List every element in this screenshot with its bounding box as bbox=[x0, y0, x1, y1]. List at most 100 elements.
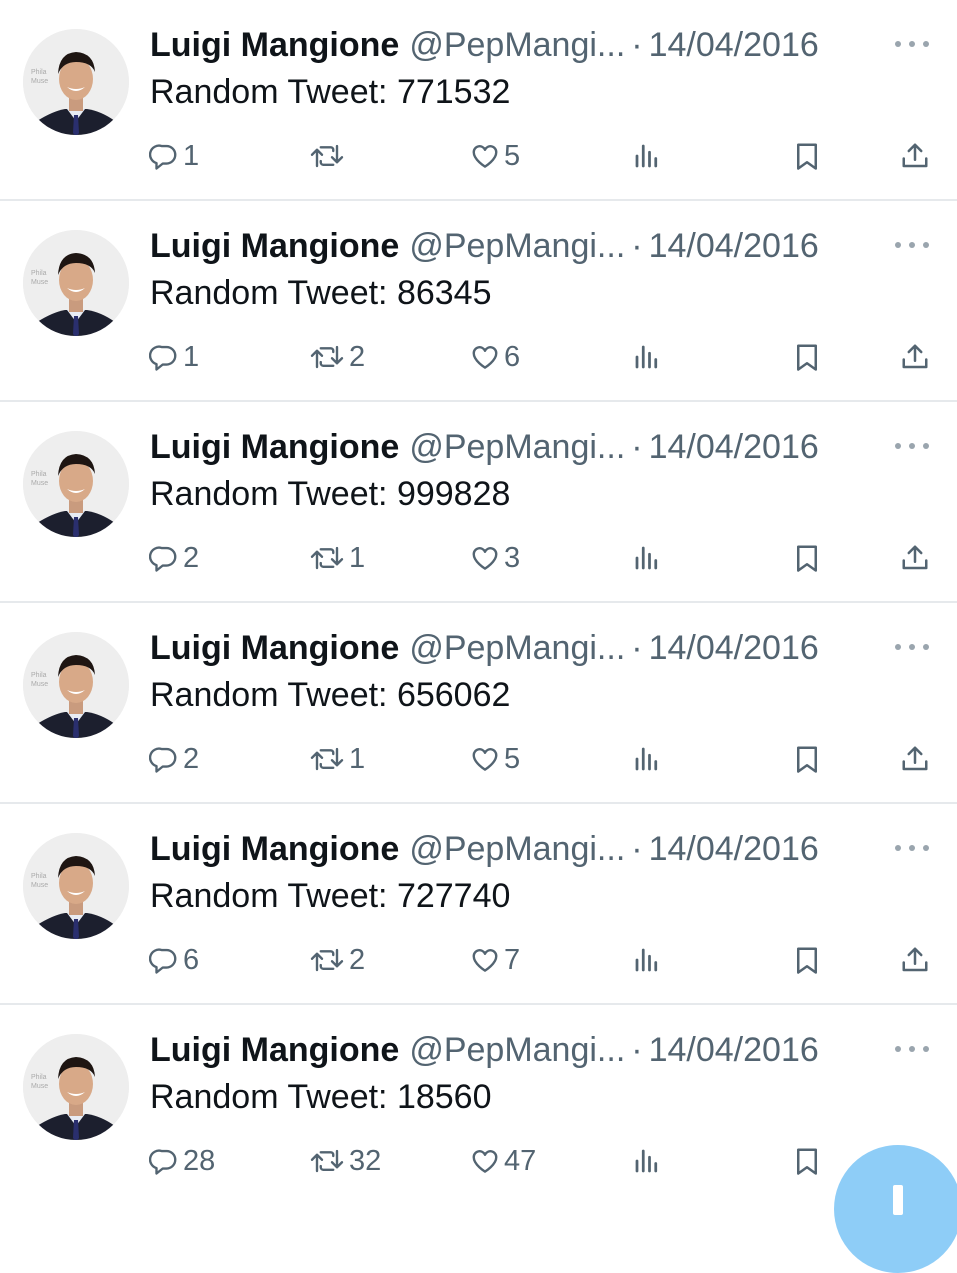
views-icon bbox=[635, 948, 658, 972]
bookmark-button[interactable] bbox=[792, 1139, 822, 1183]
tweet-date[interactable]: 14/04/2016 bbox=[649, 1031, 819, 1069]
avatar-image: Phila Muse bbox=[23, 431, 129, 537]
more-icon[interactable] bbox=[892, 34, 932, 54]
reply-icon bbox=[149, 345, 177, 371]
reply-button[interactable]: 2 bbox=[149, 737, 199, 781]
heart-icon bbox=[472, 346, 498, 369]
retweet-button[interactable]: 1 bbox=[309, 536, 365, 580]
reply-button[interactable]: 1 bbox=[149, 134, 199, 178]
tweet[interactable]: Phila Muse Luigi Mangione @PepMangi... · 14… bbox=[0, 1005, 957, 1206]
author-name[interactable]: Luigi Mangione bbox=[150, 1031, 399, 1069]
tweet[interactable]: Phila Muse Luigi Mangione @PepMangi... · 14… bbox=[0, 603, 957, 804]
like-count: 5 bbox=[504, 743, 521, 775]
share-button[interactable] bbox=[899, 938, 931, 982]
share-button[interactable] bbox=[899, 737, 931, 781]
compose-button[interactable] bbox=[834, 1145, 957, 1273]
avatar[interactable]: Phila Muse bbox=[23, 833, 129, 939]
reply-icon bbox=[149, 747, 177, 773]
author-name[interactable]: Luigi Mangione bbox=[150, 26, 399, 64]
share-button[interactable] bbox=[899, 335, 931, 379]
svg-text:Phila: Phila bbox=[31, 471, 47, 478]
avatar[interactable]: Phila Muse bbox=[23, 230, 129, 336]
like-button[interactable]: 47 bbox=[470, 1139, 536, 1183]
tweet-actions: 1 5 bbox=[0, 134, 957, 178]
tweet-date[interactable]: 14/04/2016 bbox=[649, 227, 819, 265]
svg-text:Phila: Phila bbox=[31, 873, 47, 880]
like-button[interactable]: 5 bbox=[470, 134, 520, 178]
like-button[interactable]: 7 bbox=[470, 938, 520, 982]
views-button[interactable] bbox=[632, 536, 662, 580]
tweet-actions: 2 1 3 bbox=[0, 536, 957, 580]
tweet[interactable]: Phila Muse Luigi Mangione @PepMangi... · 14… bbox=[0, 201, 957, 402]
separator-dot: · bbox=[631, 227, 643, 265]
views-button[interactable] bbox=[632, 335, 662, 379]
svg-text:Muse: Muse bbox=[31, 279, 48, 286]
views-button[interactable] bbox=[632, 737, 662, 781]
like-button[interactable]: 6 bbox=[470, 335, 520, 379]
like-button[interactable]: 5 bbox=[470, 737, 520, 781]
avatar[interactable]: Phila Muse bbox=[23, 632, 129, 738]
retweet-button[interactable]: 32 bbox=[309, 1139, 381, 1183]
tweet-header: Luigi Mangione @PepMangi... · 14/04/2016 bbox=[150, 627, 870, 669]
tweet-date[interactable]: 14/04/2016 bbox=[649, 428, 819, 466]
author-handle[interactable]: @PepMangi... bbox=[409, 26, 625, 64]
views-button[interactable] bbox=[632, 938, 662, 982]
svg-text:Phila: Phila bbox=[31, 1074, 47, 1081]
tweet-date[interactable]: 14/04/2016 bbox=[649, 830, 819, 868]
reply-button[interactable]: 1 bbox=[149, 335, 199, 379]
tweet-date[interactable]: 14/04/2016 bbox=[649, 629, 819, 667]
author-handle[interactable]: @PepMangi... bbox=[409, 830, 625, 868]
share-button[interactable] bbox=[899, 536, 931, 580]
bookmark-button[interactable] bbox=[792, 938, 822, 982]
author-name[interactable]: Luigi Mangione bbox=[150, 629, 399, 667]
avatar[interactable]: Phila Muse bbox=[23, 1034, 129, 1140]
bookmark-icon bbox=[797, 1148, 817, 1175]
share-button[interactable] bbox=[899, 134, 931, 178]
heart-icon bbox=[472, 748, 498, 771]
retweet-button[interactable] bbox=[309, 134, 349, 178]
more-icon[interactable] bbox=[892, 838, 932, 858]
reply-button[interactable]: 28 bbox=[149, 1139, 215, 1183]
reply-count: 1 bbox=[183, 341, 200, 373]
more-icon[interactable] bbox=[892, 235, 932, 255]
bookmark-button[interactable] bbox=[792, 134, 822, 178]
separator-dot: · bbox=[631, 1031, 643, 1069]
views-button[interactable] bbox=[632, 134, 662, 178]
tweet[interactable]: Phila Muse Luigi Mangione @PepMangi... · 14… bbox=[0, 402, 957, 603]
author-handle[interactable]: @PepMangi... bbox=[409, 629, 625, 667]
bookmark-button[interactable] bbox=[792, 737, 822, 781]
more-icon[interactable] bbox=[892, 637, 932, 657]
author-handle[interactable]: @PepMangi... bbox=[409, 428, 625, 466]
like-button[interactable]: 3 bbox=[470, 536, 520, 580]
retweet-icon bbox=[310, 546, 344, 570]
tweet-text: Random Tweet: 18560 bbox=[150, 1078, 492, 1116]
reply-button[interactable]: 6 bbox=[149, 938, 199, 982]
avatar[interactable]: Phila Muse bbox=[23, 29, 129, 135]
tweet[interactable]: Phila Muse Luigi Mangione @PepMangi... · 14… bbox=[0, 804, 957, 1005]
author-handle[interactable]: @PepMangi... bbox=[409, 227, 625, 265]
more-icon[interactable] bbox=[892, 1039, 932, 1059]
svg-text:Muse: Muse bbox=[31, 78, 48, 85]
more-icon[interactable] bbox=[892, 436, 932, 456]
bookmark-button[interactable] bbox=[792, 335, 822, 379]
timeline-feed: Phila Muse Luigi Mangione @PepMangi... · 14… bbox=[0, 0, 957, 1206]
author-name[interactable]: Luigi Mangione bbox=[150, 428, 399, 466]
views-button[interactable] bbox=[632, 1139, 662, 1183]
like-count: 5 bbox=[504, 140, 521, 172]
share-icon bbox=[902, 746, 928, 771]
like-count: 47 bbox=[504, 1145, 537, 1177]
retweet-button[interactable]: 2 bbox=[309, 938, 365, 982]
avatar[interactable]: Phila Muse bbox=[23, 431, 129, 537]
reply-count: 1 bbox=[183, 140, 200, 172]
retweet-button[interactable]: 2 bbox=[309, 335, 365, 379]
tweet-date[interactable]: 14/04/2016 bbox=[649, 26, 819, 64]
reply-button[interactable]: 2 bbox=[149, 536, 199, 580]
bookmark-button[interactable] bbox=[792, 536, 822, 580]
author-name[interactable]: Luigi Mangione bbox=[150, 830, 399, 868]
retweet-button[interactable]: 1 bbox=[309, 737, 365, 781]
author-name[interactable]: Luigi Mangione bbox=[150, 227, 399, 265]
tweet[interactable]: Phila Muse Luigi Mangione @PepMangi... · 14… bbox=[0, 0, 957, 201]
tweet-text: Random Tweet: 656062 bbox=[150, 676, 511, 714]
tweet-text: Random Tweet: 999828 bbox=[150, 475, 511, 513]
author-handle[interactable]: @PepMangi... bbox=[409, 1031, 625, 1069]
